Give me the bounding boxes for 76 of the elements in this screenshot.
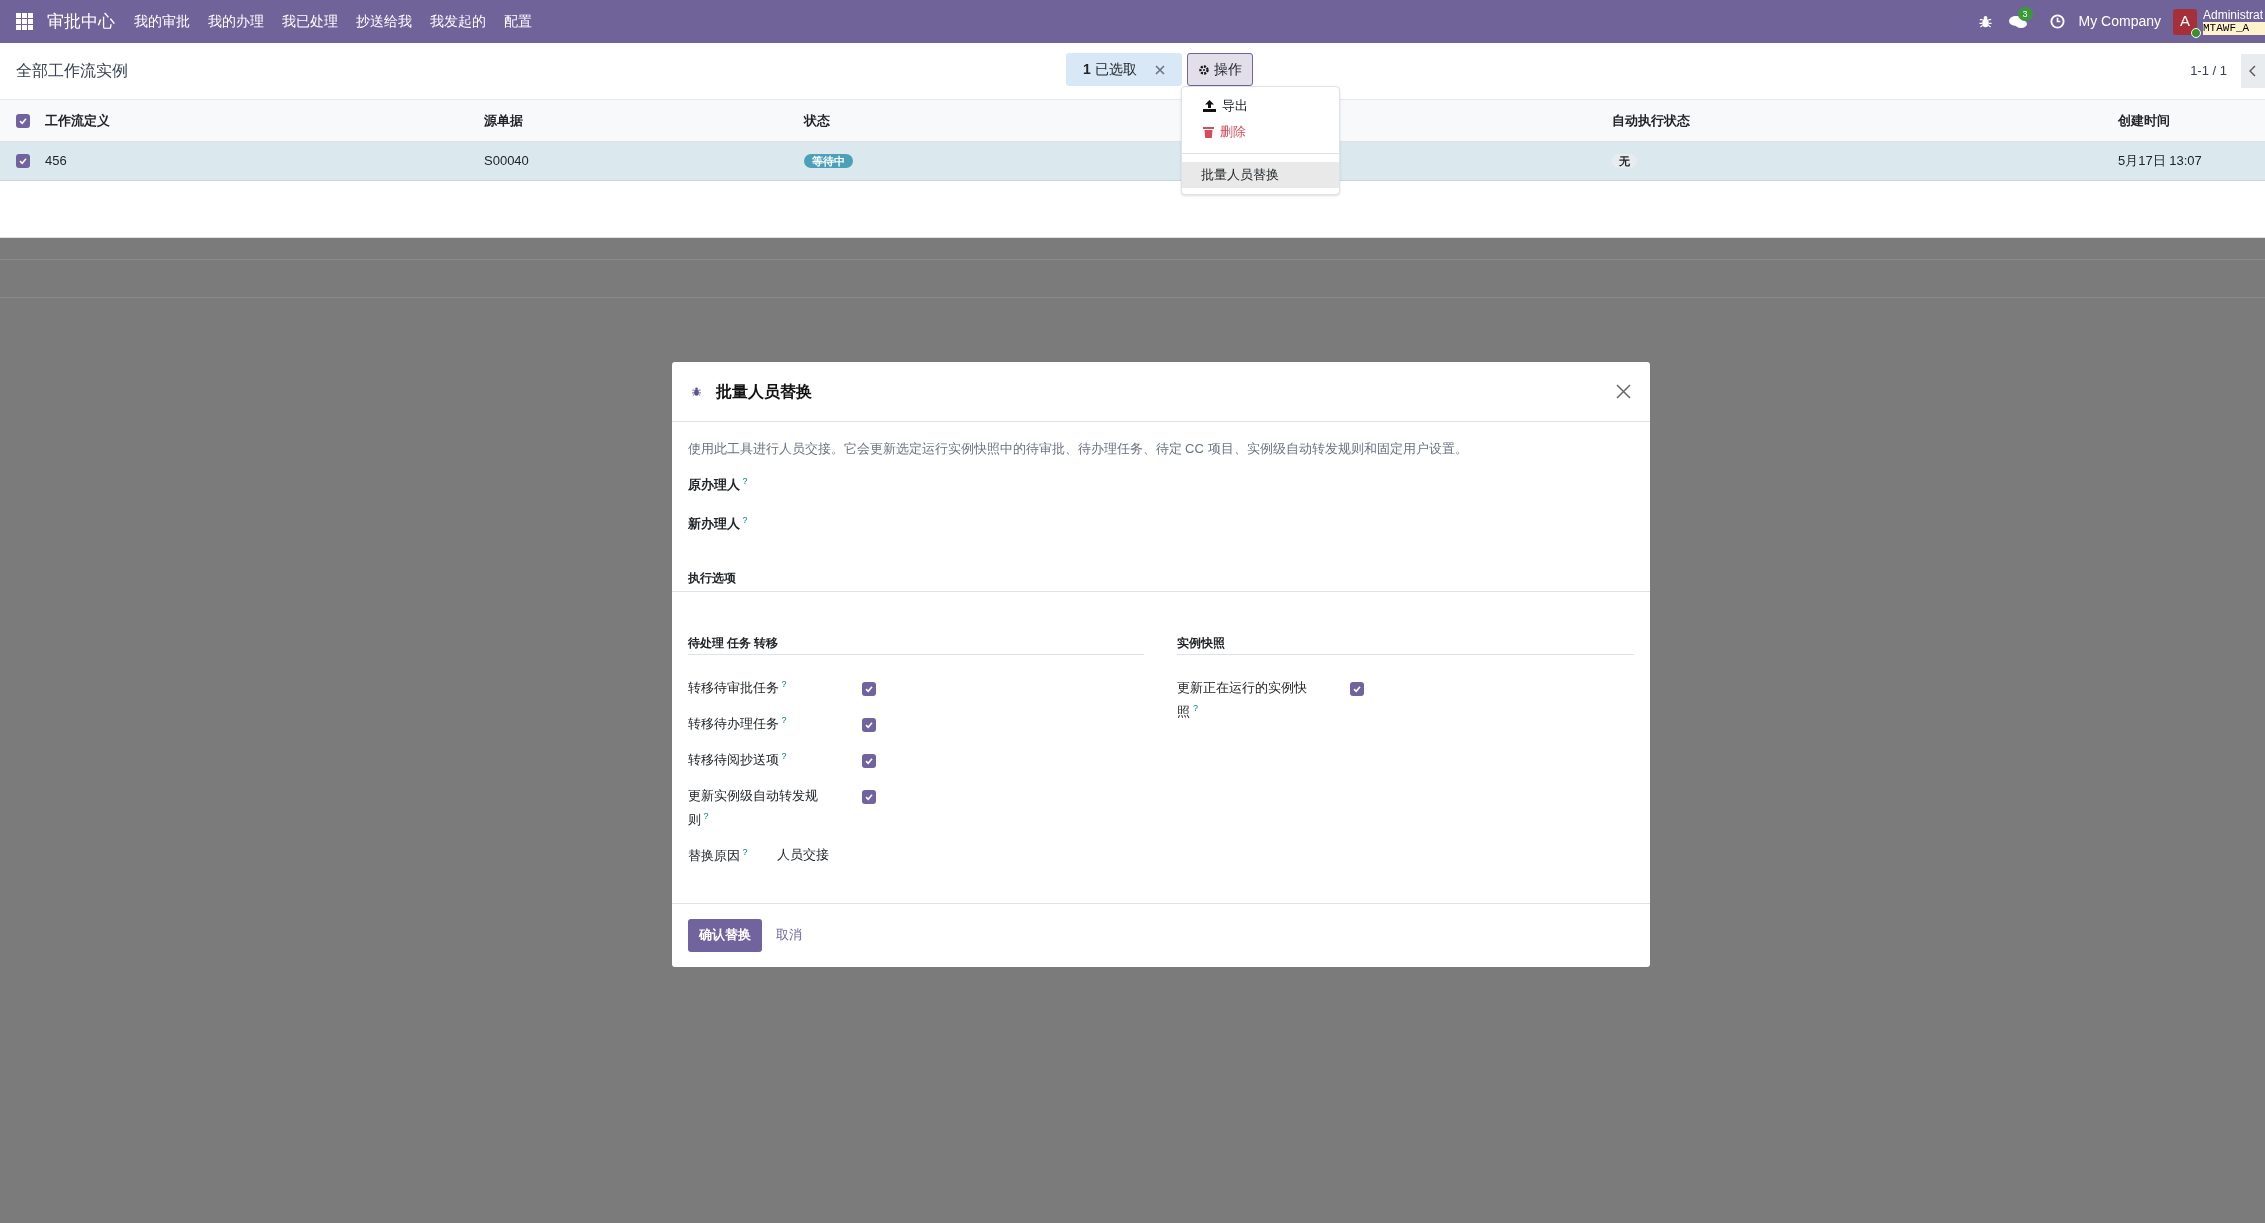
field-label: 替换原因 $^{?}$ xyxy=(687,847,748,863)
checkmark-icon xyxy=(863,755,874,766)
status-badge: 等待中 xyxy=(804,154,853,169)
table-cell: 456 xyxy=(45,153,67,169)
chevron-left-icon xyxy=(2249,65,2257,77)
column-header[interactable]: 状态 xyxy=(804,112,830,128)
app-title[interactable]: 审批中心 xyxy=(47,8,115,35)
auto-status-badge: 无 xyxy=(1612,154,1637,169)
option-checkbox[interactable] xyxy=(861,753,876,768)
table-cell: S00040 xyxy=(484,153,529,169)
field-label: 原办理人 $^{?}$ xyxy=(687,475,748,494)
column-header[interactable]: 工作流定义 xyxy=(45,112,110,128)
checkmark-icon xyxy=(18,115,28,126)
cancel-button[interactable]: 取消 xyxy=(767,918,810,952)
nav-menu-item[interactable]: 抄送给我 xyxy=(347,11,421,32)
clock-icon[interactable] xyxy=(2049,14,2065,29)
help-mark[interactable]: ? xyxy=(742,847,748,857)
group-title: 待处理 任务 转移 xyxy=(687,633,1144,655)
field-label: 新办理人 $^{?}$ xyxy=(687,514,748,533)
column-header[interactable]: 源单据 xyxy=(484,112,523,128)
option-checkbox[interactable] xyxy=(861,789,876,804)
close-icon[interactable] xyxy=(1154,64,1165,75)
help-mark[interactable]: ? xyxy=(781,751,787,761)
row-checkbox[interactable] xyxy=(16,154,30,168)
group-title: 实例快照 xyxy=(1177,633,1634,655)
upload-icon xyxy=(1203,100,1216,112)
nav-menu-item[interactable]: 配置 xyxy=(495,11,541,32)
trash-icon xyxy=(1203,126,1214,138)
selection-count: 1 已选取 xyxy=(1083,60,1137,79)
bug-icon xyxy=(690,386,702,397)
confirm-button[interactable]: 确认替换 xyxy=(687,918,762,952)
dialog-title: 批量人员替换 xyxy=(715,381,812,402)
checkmark-icon xyxy=(1352,683,1362,694)
database-name: MTAWF_A xyxy=(2203,21,2265,35)
gear-icon xyxy=(1197,63,1210,76)
select-all-checkbox[interactable] xyxy=(16,113,30,128)
table-cell: 5月17日 13:07 xyxy=(2118,153,2202,169)
help-mark[interactable]: ? xyxy=(1193,703,1198,713)
apps-menu-icon[interactable] xyxy=(16,12,34,31)
reason-field[interactable]: 人员交接 xyxy=(776,844,829,865)
checkmark-icon xyxy=(863,791,874,802)
option-checkbox[interactable] xyxy=(861,717,876,732)
help-mark[interactable]: ? xyxy=(781,715,787,725)
dialog-description: 使用此工具进行人员交接。它会更新选定运行实例快照中的待审批、待办理任务、待定 CC 项目、实例级自动转发规则和固定用户设置。 xyxy=(687,440,1469,458)
menu-item[interactable]: 导出 xyxy=(1182,93,1339,119)
breadcrumb-title: 全部工作流实例 xyxy=(16,61,128,81)
message-count-badge: 3 xyxy=(2017,6,2033,21)
column-header[interactable]: 创建时间 xyxy=(2118,112,2170,128)
nav-menu-item[interactable]: 我的办理 xyxy=(199,11,273,32)
option-label: 转移待审批任务 $^{?}$ xyxy=(687,679,787,695)
nav-menu-item[interactable]: 我发起的 xyxy=(421,11,495,32)
pager-value[interactable]: 1-1 / 1 xyxy=(2190,61,2227,81)
user-name[interactable]: Administrat xyxy=(2203,8,2265,22)
nav-menu-item[interactable]: 我已处理 xyxy=(273,11,347,32)
option-checkbox[interactable] xyxy=(861,681,876,696)
bug-icon xyxy=(1977,14,1993,29)
menu-item[interactable]: 批量人员替换 xyxy=(1182,162,1339,188)
close-icon[interactable] xyxy=(1615,384,1631,399)
menu-item[interactable]: 删除 xyxy=(1182,119,1339,145)
checkmark-icon xyxy=(863,683,874,694)
checkmark-icon xyxy=(863,719,874,730)
option-label: 转移待阅抄送项 $^{?}$ xyxy=(687,751,787,767)
option-label: 转移待办理任务 $^{?}$ xyxy=(687,715,787,731)
option-label: 更新实例级自动转发规则 $^{?}$ xyxy=(687,787,818,827)
company-name[interactable]: My Company xyxy=(2078,11,2161,32)
help-mark[interactable]: ? xyxy=(781,679,787,689)
help-mark[interactable]: ? xyxy=(742,515,748,526)
section-title: 执行选项 xyxy=(687,569,737,587)
option-label: 更新正在运行的实例快照 $^{?}$ xyxy=(1177,679,1307,719)
column-header[interactable]: 自动执行状态 xyxy=(1612,112,1690,128)
nav-menu-item[interactable]: 我的审批 xyxy=(125,11,199,32)
help-mark[interactable]: ? xyxy=(742,476,748,487)
option-checkbox[interactable] xyxy=(1350,681,1364,696)
help-mark[interactable]: ? xyxy=(703,811,709,821)
actions-button[interactable]: 操作 xyxy=(1186,53,1253,86)
checkmark-icon xyxy=(18,156,28,166)
